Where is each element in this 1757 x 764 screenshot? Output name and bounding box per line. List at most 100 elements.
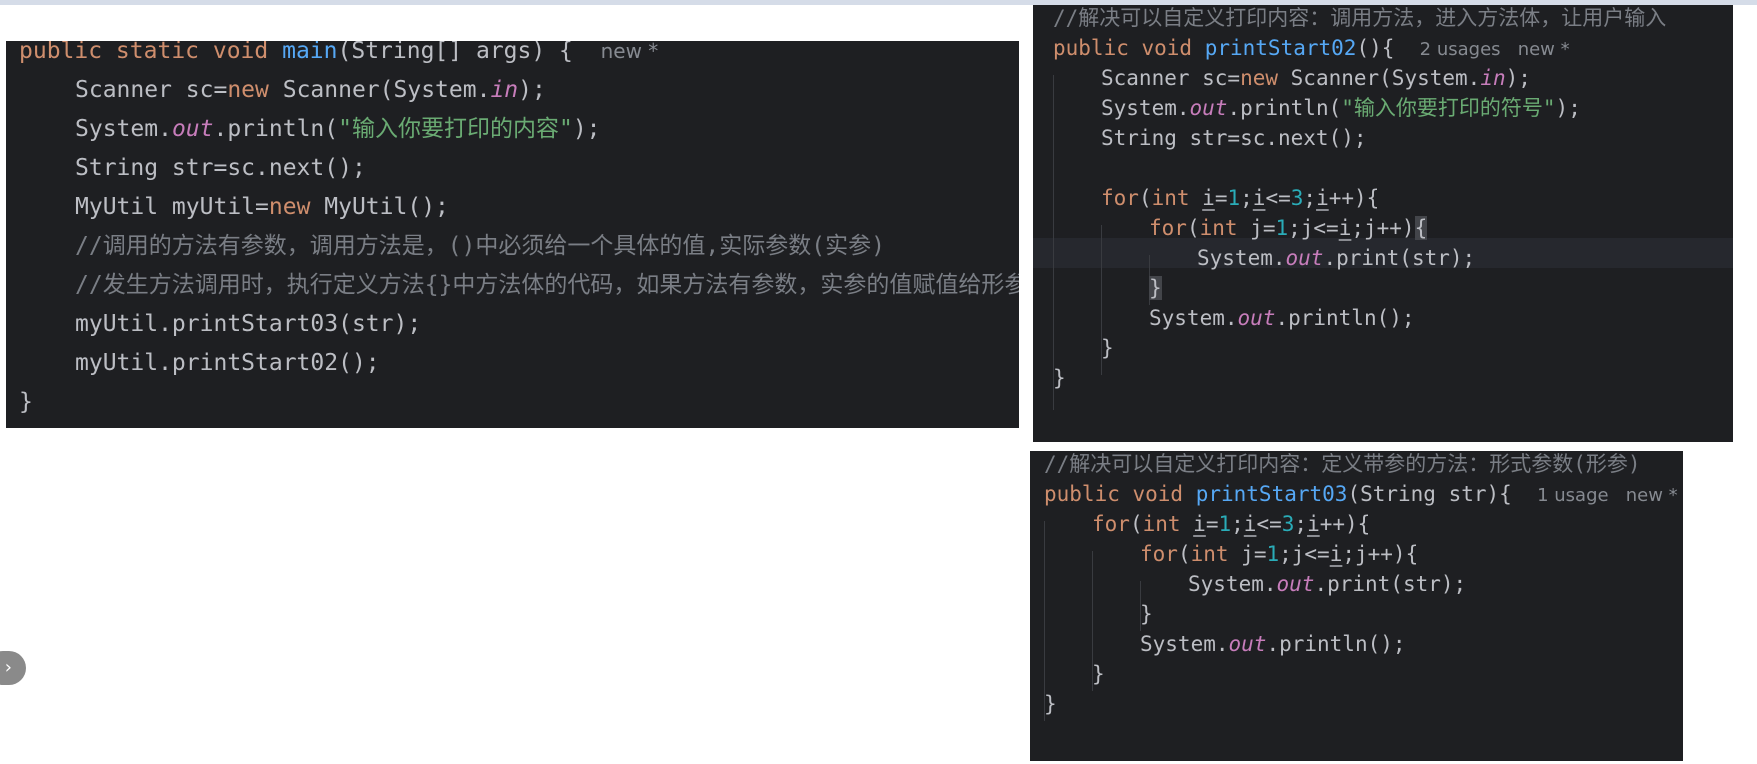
code-token: .print(str); <box>1323 246 1476 270</box>
static-field-token: in <box>490 77 519 103</box>
code-line: System.out.println("输入你要打印的符号"); <box>1033 93 1733 123</box>
code-line: System.out.print(str); <box>1030 569 1683 599</box>
code-token: <= <box>1265 186 1291 210</box>
code-snippet-print-start-03[interactable]: //解决可以自定义打印内容：定义带参的方法：形式参数(形参) public voi… <box>1030 451 1683 761</box>
code-line: for(int i=1;i<=3;i++){ <box>1033 183 1733 213</box>
code-token: ( <box>1186 216 1200 240</box>
code-token: System. <box>1149 306 1238 330</box>
code-token: .println( <box>1227 96 1342 120</box>
code-token: Scanner(System. <box>1290 66 1481 90</box>
code-token: System. <box>1197 246 1286 270</box>
code-line: //调用的方法有参数，调用方法是，()中必须给一个具体的值,实际参数(实参) <box>6 227 1019 266</box>
number-literal-token: 1 <box>1275 216 1289 240</box>
static-field-token: out <box>171 116 214 142</box>
code-token: ;j++) <box>1351 216 1415 240</box>
keyword-token: new <box>227 77 283 103</box>
chevron-right-icon: › <box>4 657 12 678</box>
code-snippet-print-start-02[interactable]: //解决可以自定义打印内容：调用方法，进入方法体，让用户输入 public voi… <box>1033 5 1733 442</box>
code-line: Scanner sc=new Scanner(System.in); <box>6 71 1019 110</box>
keyword-token: int <box>1142 512 1194 536</box>
code-line: for(int j=1;j<=i;j++){ <box>1030 539 1683 569</box>
code-line: System.out.println(); <box>1033 303 1733 333</box>
code-line: System.out.print(str); <box>1033 243 1733 273</box>
code-token: } <box>1053 366 1066 390</box>
code-token: Scanner sc= <box>75 77 228 103</box>
comment-text: //调用的方法有参数，调用方法是，()中必须给一个具体的值,实际参数(实参) <box>75 233 885 259</box>
code-token: Scanner(System. <box>282 77 491 103</box>
code-token: .println( <box>213 116 339 142</box>
method-name-token: printStart02 <box>1204 36 1357 60</box>
comment-text: //解决可以自定义打印内容：调用方法，进入方法体，让用户输入 <box>1053 6 1667 30</box>
code-token: .println(); <box>1275 306 1415 330</box>
code-token: } <box>1140 602 1153 626</box>
loop-variable-token: i <box>1329 542 1343 566</box>
keyword-token: for <box>1149 216 1187 240</box>
code-snippet-main-method[interactable]: public static void main(String[] args) {… <box>6 41 1019 428</box>
static-field-token: in <box>1480 66 1506 90</box>
static-field-token: out <box>1285 246 1324 270</box>
keyword-token: for <box>1140 542 1178 566</box>
code-line: } <box>6 383 1019 422</box>
keyword-token: public void <box>1044 482 1196 506</box>
code-token: .print(str); <box>1314 572 1467 596</box>
string-literal-token: "输入你要打印的符号" <box>1341 96 1556 120</box>
code-token: ;j++){ <box>1342 542 1419 566</box>
keyword-token: int <box>1199 216 1251 240</box>
keyword-token: public static void <box>19 41 283 64</box>
code-line: System.out.println("输入你要打印的内容"); <box>6 110 1019 149</box>
loop-variable-token: i <box>1316 186 1329 210</box>
code-token: ); <box>518 77 546 103</box>
number-literal-token: 3 <box>1281 512 1295 536</box>
number-literal-token: 3 <box>1290 186 1304 210</box>
code-token: (String str){ <box>1347 482 1538 506</box>
static-field-token: out <box>1276 572 1315 596</box>
code-token: } <box>1044 692 1057 716</box>
comment-text: //发生方法调用时，执行定义方法{}中方法体的代码，如果方法有参数，实参的值赋值… <box>75 272 1019 298</box>
method-name-token: main <box>282 41 338 64</box>
code-line: Scanner sc=new Scanner(System.in); <box>1033 63 1733 93</box>
inlay-hint: new * <box>600 41 659 63</box>
code-token: MyUtil(); <box>324 194 449 220</box>
code-token: MyUtil myUtil= <box>75 194 269 220</box>
number-literal-token: 1 <box>1227 186 1241 210</box>
code-token: } <box>1092 662 1105 686</box>
code-line: //解决可以自定义打印内容：调用方法，进入方法体，让用户输入 <box>1033 5 1733 33</box>
static-field-token: out <box>1228 632 1267 656</box>
code-line: for(int j=1;j<=i;j++){ <box>1033 213 1733 243</box>
code-line: public void printStart02(){ 2 usages new… <box>1033 33 1733 63</box>
loop-variable-token: i <box>1202 186 1215 210</box>
code-token: = <box>1214 186 1228 210</box>
code-token: ( <box>1177 542 1191 566</box>
keyword-token: for <box>1101 186 1139 210</box>
code-token: <= <box>1256 512 1282 536</box>
keyword-token: for <box>1092 512 1130 536</box>
code-line: } <box>1030 599 1683 629</box>
code-token: System. <box>1140 632 1229 656</box>
code-token: System. <box>75 116 172 142</box>
code-line: for(int i=1;i<=3;i++){ <box>1030 509 1683 539</box>
code-line: //解决可以自定义打印内容：定义带参的方法：形式参数(形参) <box>1030 451 1683 479</box>
comment-text: //解决可以自定义打印内容：定义带参的方法：形式参数(形参) <box>1044 452 1641 476</box>
loop-variable-token: i <box>1193 512 1206 536</box>
static-field-token: out <box>1237 306 1276 330</box>
number-literal-token: 1 <box>1266 542 1280 566</box>
inlay-hint: 2 usages new * <box>1419 39 1570 60</box>
keyword-token: int <box>1151 186 1203 210</box>
code-token: j= <box>1250 216 1276 240</box>
code-token: ;j<= <box>1279 542 1330 566</box>
number-literal-token: 1 <box>1218 512 1232 536</box>
code-token: .println(); <box>1266 632 1406 656</box>
code-token: } <box>19 389 33 415</box>
code-token: ); <box>1555 96 1581 120</box>
code-line: } <box>1033 273 1733 303</box>
code-token: ; <box>1303 186 1317 210</box>
code-token: ;j<= <box>1288 216 1339 240</box>
code-line: System.out.println(); <box>1030 629 1683 659</box>
keyword-token: new <box>1240 66 1291 90</box>
code-line: myUtil.printStart03(str); <box>6 305 1019 344</box>
loop-variable-token: i <box>1252 186 1266 210</box>
sidebar-toggle-button[interactable]: › <box>0 651 26 685</box>
code-token: ); <box>1505 66 1531 90</box>
code-token: System. <box>1101 96 1190 120</box>
